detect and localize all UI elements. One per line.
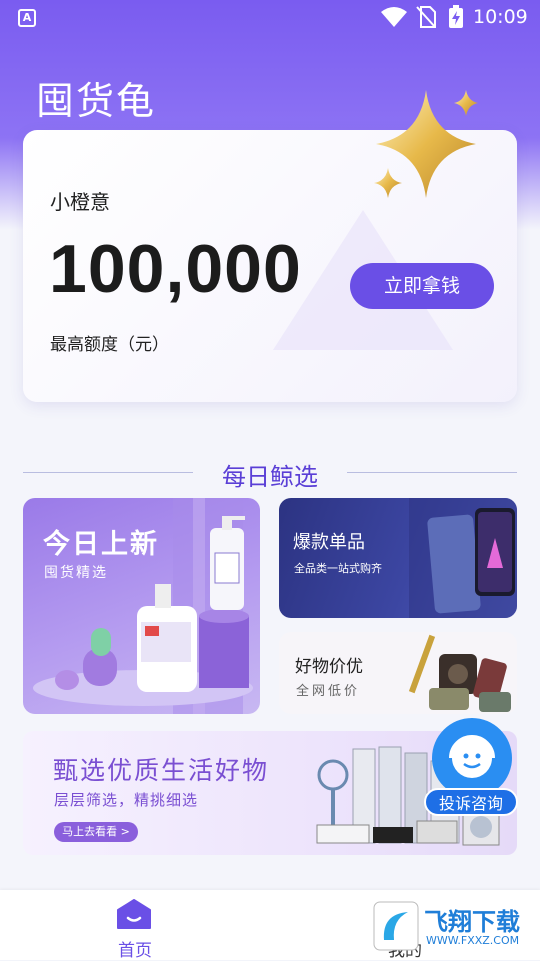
banner-subtitle: 层层筛选，精挑细选 bbox=[54, 791, 199, 809]
tile-heading: 好物价优 bbox=[295, 657, 363, 677]
watermark-logo: 飞翔下载 WWW.FXXZ.COM bbox=[372, 900, 532, 952]
tile-heading: 今日上新 bbox=[43, 529, 159, 560]
support-bubble bbox=[432, 718, 512, 798]
battery-charging-icon bbox=[449, 5, 463, 28]
go-see-button[interactable]: 马上去看看 > bbox=[54, 822, 138, 842]
tile-new-arrivals[interactable]: 今日上新 囤货精选 bbox=[23, 498, 260, 714]
section-header: 每日鲸选 bbox=[23, 453, 517, 493]
home-icon bbox=[117, 899, 151, 929]
tile-hot-items[interactable]: 爆款单品 全品类一站式购齐 bbox=[279, 498, 517, 618]
divider bbox=[347, 472, 517, 473]
get-money-button[interactable]: 立即拿钱 bbox=[350, 263, 494, 309]
sparkle-small-icon bbox=[454, 90, 478, 116]
watermark-url: WWW.FXXZ.COM bbox=[426, 934, 520, 947]
complaint-support-button[interactable]: 投诉咨询 bbox=[424, 718, 520, 818]
app-notification-icon: A bbox=[18, 9, 36, 27]
tile-good-deals[interactable]: 好物价优 全网低价 bbox=[279, 632, 517, 714]
tile-heading: 爆款单品 bbox=[293, 532, 365, 553]
status-bar: A 10:09 bbox=[0, 0, 540, 36]
app-title: 囤货龟 bbox=[36, 79, 157, 123]
tile-subtitle: 全品类一站式购齐 bbox=[294, 562, 382, 575]
banner-heading: 甄选优质生活好物 bbox=[53, 756, 270, 785]
tile-subtitle: 囤货精选 bbox=[44, 565, 108, 581]
headset-icon bbox=[449, 735, 495, 778]
wifi-icon bbox=[381, 7, 407, 27]
credit-amount-label: 最高额度（元） bbox=[50, 335, 169, 355]
section-title: 每日鲸选 bbox=[222, 463, 318, 491]
support-label: 投诉咨询 bbox=[424, 788, 518, 816]
watermark-brand: 飞翔下载 bbox=[424, 908, 520, 936]
tile-subtitle: 全网低价 bbox=[296, 684, 361, 699]
phone-illustration bbox=[409, 498, 517, 618]
tab-label: 首页 bbox=[118, 941, 152, 961]
no-sim-icon bbox=[416, 6, 436, 28]
credit-amount: 100,000 bbox=[49, 231, 302, 307]
sparkle-small-icon bbox=[374, 168, 402, 198]
product-name: 小橙意 bbox=[50, 190, 110, 214]
status-time: 10:09 bbox=[473, 6, 528, 28]
tab-home[interactable]: 首页 bbox=[75, 890, 195, 961]
